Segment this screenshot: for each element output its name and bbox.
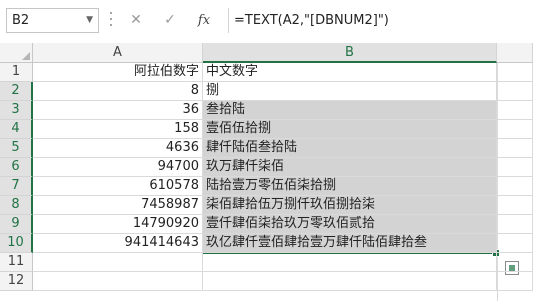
spreadsheet-grid: A B 1 阿拉伯数字 中文数字 2 8 捌 3 36 叁拾陆 4 158 壹佰伍拾捌 5 4636 肆仟陆… (0, 43, 533, 301)
cell-b[interactable]: 陆拾壹万零伍佰柒拾捌 (203, 177, 497, 196)
cell-c[interactable] (497, 82, 533, 101)
cell-b[interactable]: 柒佰肆拾伍万捌仟玖佰捌拾柒 (203, 196, 497, 215)
cell-a[interactable]: 158 (33, 120, 203, 139)
cell-a[interactable]: 941414643 (33, 234, 203, 253)
cell-a[interactable]: 8 (33, 82, 203, 101)
row-header[interactable]: 2 (0, 82, 33, 101)
cancel-icon[interactable]: ✕ (124, 8, 148, 33)
cell-c[interactable] (497, 215, 533, 234)
cell-a[interactable]: 610578 (33, 177, 203, 196)
row-header[interactable]: 1 (0, 63, 33, 82)
cell-b[interactable]: 叁拾陆 (203, 101, 497, 120)
name-box[interactable]: B2 ▼ (6, 8, 99, 33)
row-header[interactable]: 8 (0, 196, 33, 215)
cell-c[interactable] (497, 177, 533, 196)
cell-b[interactable]: 中文数字 (203, 63, 497, 82)
enter-icon[interactable]: ✓ (158, 8, 182, 33)
cell-b[interactable] (203, 253, 497, 272)
cell-b[interactable]: 玖万肆仟柒佰 (203, 158, 497, 177)
formula-bar: B2 ▼ ✕ ✓ fx =TEXT(A2,"[DBNUM2]") (0, 0, 533, 43)
cell-c[interactable] (497, 253, 533, 272)
select-all-icon (22, 52, 30, 60)
row-header[interactable]: 9 (0, 215, 33, 234)
select-all-button[interactable] (0, 43, 33, 63)
cell-a[interactable]: 4636 (33, 139, 203, 158)
chevron-down-icon[interactable]: ▼ (86, 9, 93, 32)
row-header[interactable]: 11 (0, 253, 33, 272)
cell-b[interactable] (203, 272, 497, 291)
cell-a[interactable]: 94700 (33, 158, 203, 177)
name-box-value: B2 (12, 13, 30, 28)
formula-buttons: ✕ ✓ fx (120, 8, 224, 33)
cell-c[interactable] (497, 139, 533, 158)
cell-b[interactable]: 肆仟陆佰叁拾陆 (203, 139, 497, 158)
cell-a[interactable]: 7458987 (33, 196, 203, 215)
cell-c[interactable] (497, 101, 533, 120)
cell-c[interactable] (497, 234, 533, 253)
row-header[interactable]: 5 (0, 139, 33, 158)
cell-a[interactable] (33, 253, 203, 272)
cell-a[interactable]: 14790920 (33, 215, 203, 234)
column-header-c[interactable] (497, 43, 533, 63)
cell-c[interactable] (497, 272, 533, 291)
formula-input[interactable]: =TEXT(A2,"[DBNUM2]") (228, 8, 533, 33)
cell-a[interactable] (33, 272, 203, 291)
column-header-a[interactable]: A (33, 43, 203, 63)
cell-b[interactable]: 壹仟肆佰柒拾玖万零玖佰贰拾 (203, 215, 497, 234)
cell-a[interactable]: 36 (33, 101, 203, 120)
cell-c[interactable] (497, 120, 533, 139)
row-header[interactable]: 3 (0, 101, 33, 120)
cell-b[interactable]: 壹佰伍拾捌 (203, 120, 497, 139)
row-header[interactable]: 6 (0, 158, 33, 177)
row-header[interactable]: 10 (0, 234, 33, 253)
cell-a[interactable]: 阿拉伯数字 (33, 63, 203, 82)
cell-c[interactable] (497, 63, 533, 82)
column-header-b[interactable]: B (203, 43, 497, 63)
cell-b[interactable]: 捌 (203, 82, 497, 101)
cell-b[interactable]: 玖亿肆仟壹佰肆拾壹万肆仟陆佰肆拾叁 (203, 234, 497, 253)
insert-function-icon[interactable]: fx (192, 8, 216, 33)
drag-handle-icon[interactable] (109, 12, 113, 32)
row-header[interactable]: 12 (0, 272, 33, 291)
cell-c[interactable] (497, 196, 533, 215)
row-header[interactable]: 7 (0, 177, 33, 196)
cell-c[interactable] (497, 158, 533, 177)
row-header[interactable]: 4 (0, 120, 33, 139)
